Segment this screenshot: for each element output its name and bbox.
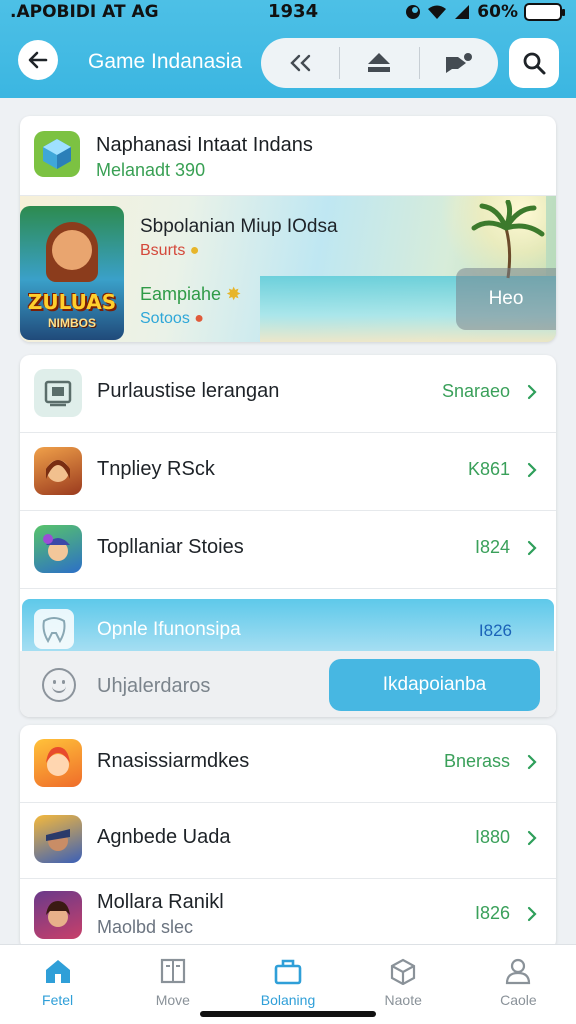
banner-line-1: Bsurts ● [140, 242, 199, 260]
arrow-left-icon [28, 51, 48, 69]
wifi-icon [428, 5, 447, 19]
search-button[interactable] [509, 38, 559, 88]
action-label: Uhjalerdaros [97, 675, 211, 697]
banner-action-button[interactable]: Heo [456, 268, 556, 330]
chevron-right-icon [527, 906, 537, 922]
tablet-app-icon [34, 369, 82, 417]
search-icon [523, 52, 546, 75]
gift-icon: ● [194, 310, 204, 327]
book-icon [160, 958, 185, 984]
clock: 1934 [268, 1, 319, 22]
list-card-2: Rnasissiarmdkes Bnerass Agnbede Uada I88… [20, 725, 556, 950]
chevron-right-icon [527, 384, 537, 400]
battery-icon [524, 3, 565, 21]
list-item[interactable]: Mollara Ranikl Maolbd slec I826 [20, 877, 556, 950]
home-indicator[interactable] [200, 1011, 376, 1017]
list-item[interactable]: Purlaustise lerangan Snaraeo [20, 355, 556, 433]
chevron-right-icon [527, 754, 537, 770]
list-item-value: K861 [467, 459, 510, 479]
featured-title: Naphanasi Intaat Indans [96, 134, 313, 156]
list-item-label: Rnasissiarmdkes [97, 750, 250, 772]
coin-icon: ● [189, 242, 200, 259]
eject-button[interactable] [340, 38, 418, 88]
page-title: Game Indanasia [88, 50, 243, 73]
list-item-label: Purlaustise lerangan [97, 380, 280, 402]
top-app-bar: .APOBIDI AT AG 1934 60% Game Indanasia [0, 0, 576, 98]
featured-app-icon [34, 131, 80, 177]
nav-item-profile[interactable]: Caole [461, 945, 576, 1024]
banner-title: Sbpolanian Miup IOdsa [140, 216, 338, 237]
banner-line-3-text: Sotoos [140, 310, 190, 327]
selected-list-item[interactable]: Opnle Ifunonsipa I826 [22, 599, 554, 651]
nav-label: Bolaning [260, 992, 316, 1008]
list-item[interactable]: Topllaniar Stoies I824 [20, 511, 556, 589]
rewind-button[interactable] [261, 38, 339, 88]
list-item[interactable]: Agnbede Uada I880 [20, 801, 556, 879]
list-item[interactable]: Rnasissiarmdkes Bnerass [20, 725, 556, 803]
chevron-right-icon [527, 830, 537, 846]
featured-card: Naphanasi Intaat Indans Melanadt 390 ZUL… [20, 116, 556, 342]
user-icon [506, 958, 531, 985]
game-cover-art: ZULUAS NIMBOS [20, 206, 124, 340]
dnd-icon [406, 5, 421, 19]
nav-label: Move [155, 992, 190, 1008]
smiley-icon [42, 668, 76, 702]
featured-header[interactable]: Naphanasi Intaat Indans Melanadt 390 [20, 116, 556, 196]
list-item-value: Snaraeo [441, 381, 510, 401]
selected-item-label: Opnle Ifunonsipa [97, 619, 241, 640]
sparkle-icon: ✸ [226, 284, 242, 304]
game-app-icon [34, 815, 82, 863]
nav-label: Fetel [42, 992, 74, 1008]
list-item-label: Tnpliey RSck [97, 458, 215, 480]
eject-icon [368, 53, 391, 72]
pin-tag-icon [445, 53, 472, 73]
game-app-icon [34, 525, 82, 573]
list-item-value: Bnerass [443, 751, 510, 771]
bag-icon [274, 959, 302, 985]
list-card-1: Purlaustise lerangan Snaraeo Tnpliey RSc… [20, 355, 556, 717]
game-app-icon [34, 447, 82, 495]
header-action-group [261, 38, 498, 88]
featured-banner[interactable]: ZULUAS NIMBOS Sbpolanian Miup IOdsa Bsur… [20, 196, 556, 342]
banner-line-3: Sotoos ● [140, 310, 204, 328]
list-item-label: Topllaniar Stoies [97, 536, 244, 558]
status-bar: .APOBIDI AT AG 1934 60% [0, 0, 576, 26]
list-item-value: I826 [474, 903, 510, 923]
box-icon [391, 958, 416, 985]
carrier-text: .APOBIDI AT AG [10, 2, 159, 22]
character-face [52, 230, 92, 270]
selected-item-value: I826 [478, 621, 512, 640]
list-item-label: Agnbede Uada [97, 826, 231, 848]
featured-subtitle: Melanadt 390 [96, 160, 206, 180]
game-app-icon [34, 891, 82, 939]
nav-label: Caole [500, 992, 537, 1008]
nav-label: Naote [384, 992, 422, 1008]
banner-line-2: Eampiahe ✸ [140, 284, 241, 305]
signal-icon [455, 5, 470, 19]
chevron-right-icon [527, 462, 537, 478]
banner-line-1-text: Bsurts [140, 242, 186, 259]
selected-item-actions: Uhjalerdaros Ikdapoianba [20, 651, 556, 717]
game-logo-subtext: NIMBOS [48, 316, 96, 330]
list-item-label: Mollara Ranikl [97, 891, 224, 913]
game-logo-text: ZULUAS [27, 290, 117, 314]
chevron-right-icon [527, 540, 537, 556]
battery-percent: 60% [477, 2, 518, 22]
list-item[interactable]: Tnpliey RSck K861 [20, 433, 556, 511]
pin-tag-button[interactable] [420, 38, 498, 88]
banner-line-2-text: Eampiahe [140, 284, 222, 304]
status-icons: 60% [405, 2, 565, 22]
tooth-app-icon [34, 609, 74, 649]
home-icon [45, 960, 70, 983]
list-item-sublabel: Maolbd slec [97, 917, 194, 937]
list-item-value: I880 [474, 827, 510, 847]
back-button[interactable] [18, 40, 58, 80]
rewind-icon [290, 54, 311, 72]
primary-action-button[interactable]: Ikdapoianba [329, 659, 540, 711]
list-item-value: I824 [474, 537, 510, 557]
nav-item-home[interactable]: Fetel [0, 945, 115, 1024]
game-app-icon [34, 739, 82, 787]
